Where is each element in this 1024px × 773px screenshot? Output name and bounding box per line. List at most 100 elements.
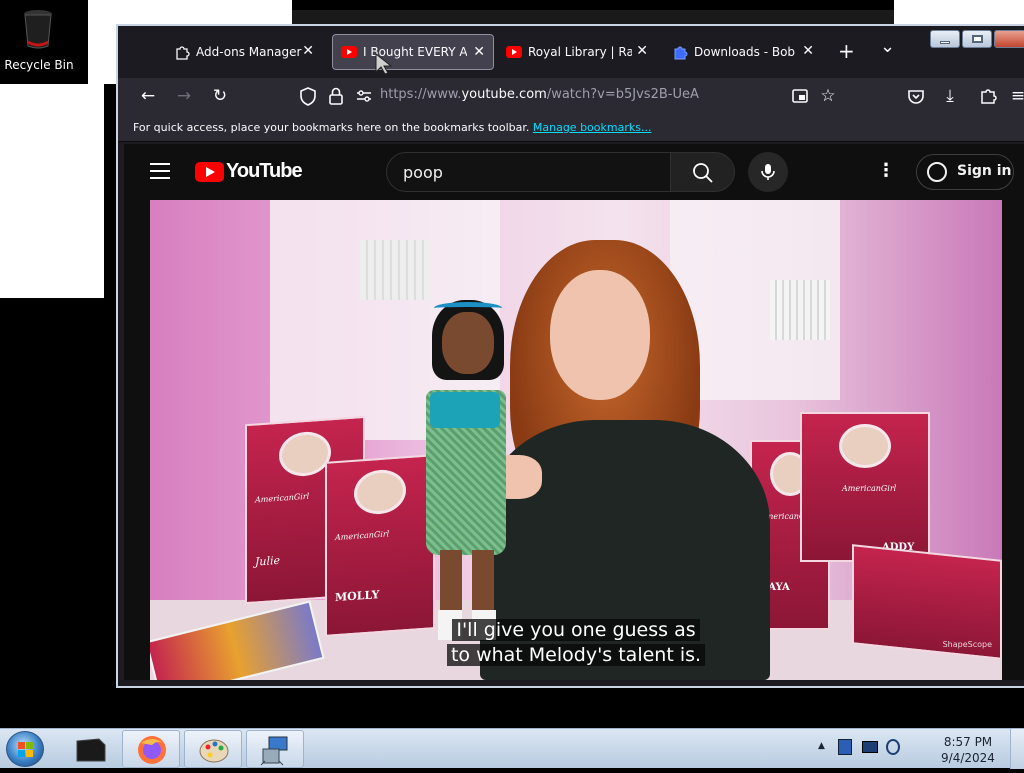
tab-youtube-american-girl[interactable]: I Bought EVERY American Girl ✕ [332, 34, 494, 70]
doll-box: AmericanGirl ADDY [800, 412, 930, 562]
tab-list-button[interactable]: ⌄ [880, 36, 895, 57]
search-input[interactable]: poop [386, 152, 671, 192]
page-content: YouTube poop ⋮ Sign in AmericanGirl Juli… [124, 144, 1024, 680]
address-bar[interactable]: https://www.youtube.com/watch?v=b5Jvs2B-… [380, 87, 699, 102]
windows-logo-icon [18, 742, 33, 757]
puzzle-icon [176, 46, 190, 60]
youtube-icon [506, 46, 522, 58]
tab-royal-library[interactable]: Royal Library | Rainbow ✕ [498, 34, 656, 70]
maximize-icon [972, 35, 983, 43]
network-icon[interactable] [862, 741, 878, 753]
recycle-bin[interactable]: Recycle Bin [0, 0, 88, 84]
box-brand: AmericanGirl [842, 484, 897, 493]
paint-palette-icon [199, 739, 229, 763]
shelf-books [770, 280, 830, 340]
close-icon[interactable]: ✕ [473, 44, 485, 60]
computer-network-icon [260, 736, 288, 766]
doll-box: AmericanGirl MOLLY [325, 454, 435, 637]
box-doll-name: MOLLY [335, 588, 380, 605]
background-window-edge [88, 0, 116, 84]
volume-icon[interactable] [886, 739, 900, 755]
sign-in-button[interactable]: Sign in [916, 154, 1014, 190]
minimize-icon [940, 41, 950, 44]
tab-label: Downloads - Bob Pease [694, 45, 798, 59]
doll-portrait [839, 424, 891, 468]
taskbar-app-paint[interactable] [184, 730, 242, 768]
background-window-edge [116, 0, 292, 24]
window-controls [928, 30, 1024, 48]
close-icon[interactable]: ✕ [302, 43, 314, 59]
maximize-button[interactable] [962, 30, 992, 48]
recycle-bin-icon [24, 10, 52, 49]
box-brand: AmericanGirl [255, 491, 310, 505]
firefox-window: Add-ons Manager ✕ I Bought EVERY America… [116, 24, 1024, 688]
tab-label: Royal Library | Rainbow [528, 45, 632, 59]
bookmarks-toolbar: For quick access, place your bookmarks h… [118, 114, 1024, 142]
doll-face [442, 312, 494, 374]
account-icon [927, 162, 947, 182]
video-captions: I'll give you one guess as to what Melod… [150, 618, 1002, 668]
firefox-icon [138, 736, 166, 764]
downloads-icon[interactable]: ⤓ [938, 84, 962, 108]
caption-line: I'll give you one guess as [452, 619, 700, 641]
youtube-logo-text: YouTube [226, 160, 303, 182]
close-icon[interactable]: ✕ [802, 43, 814, 59]
manage-bookmarks-link[interactable]: Manage bookmarks... [533, 121, 652, 134]
woman-face [550, 270, 650, 400]
video-player[interactable]: AmericanGirl Julie AmericanGirl MOLLY Am… [150, 200, 1002, 680]
puzzle-icon [674, 46, 688, 60]
bookmarks-hint: For quick access, place your bookmarks h… [133, 121, 530, 134]
navigation-toolbar: ← → ↻ https://www.youtube.com/watch?v=b5… [118, 78, 1024, 114]
taskbar-app-firefox[interactable] [122, 730, 180, 768]
youtube-icon [341, 46, 357, 58]
start-button[interactable] [6, 731, 44, 767]
minimize-button[interactable] [930, 30, 960, 48]
doll-collar [430, 392, 500, 428]
background-window-edge [894, 0, 1024, 24]
forward-icon[interactable]: → [172, 84, 196, 108]
youtube-logo[interactable]: YouTube [195, 160, 303, 183]
background-window-edge [0, 84, 104, 298]
new-tab-button[interactable]: + [838, 39, 855, 63]
action-center-icon[interactable] [838, 739, 852, 755]
doll-portrait [279, 430, 331, 478]
doll-portrait [354, 468, 406, 516]
youtube-header: YouTube poop ⋮ Sign in [124, 144, 1024, 200]
sign-in-label: Sign in [957, 163, 1012, 179]
shield-icon[interactable] [296, 84, 320, 108]
show-desktop-button[interactable] [1010, 729, 1024, 769]
back-icon[interactable]: ← [136, 84, 160, 108]
reload-icon[interactable]: ↻ [208, 84, 232, 108]
box-brand: AmericanGirl [335, 529, 390, 543]
bookmark-star-icon[interactable]: ☆ [816, 84, 840, 108]
clock[interactable]: 8:57 PM 9/4/2024 [940, 734, 996, 766]
youtube-play-icon [195, 161, 224, 182]
taskbar: ▲ 8:57 PM 9/4/2024 [0, 728, 1024, 769]
mouse-cursor-icon [375, 52, 393, 75]
tab-downloads[interactable]: Downloads - Bob Pease ✕ [664, 34, 822, 70]
close-window-button[interactable] [994, 30, 1024, 48]
close-icon[interactable]: ✕ [636, 43, 648, 59]
menu-icon[interactable]: ≡ [1006, 84, 1024, 108]
channel-watermark[interactable]: ShapeScope [943, 640, 992, 649]
taskbar-app-network-setup[interactable] [246, 730, 304, 768]
lock-icon[interactable] [324, 84, 348, 108]
tab-add-ons-manager[interactable]: Add-ons Manager ✕ [166, 34, 322, 70]
search-button[interactable] [671, 152, 735, 192]
guide-menu-icon[interactable] [150, 163, 170, 179]
voice-search-button[interactable] [748, 152, 788, 192]
picture-in-picture-icon[interactable] [788, 84, 812, 108]
clock-time: 8:57 PM [943, 735, 993, 749]
tab-label: Add-ons Manager [196, 45, 302, 59]
box-doll-name: Julie [255, 553, 281, 569]
more-options-icon[interactable]: ⋮ [876, 162, 896, 182]
pocket-icon[interactable] [904, 84, 928, 108]
tray-expand-icon[interactable]: ▲ [818, 741, 825, 751]
search-icon [693, 163, 713, 183]
caption-line: to what Melody's talent is. [446, 644, 706, 666]
recycle-bin-label: Recycle Bin [4, 58, 74, 72]
microphone-icon [761, 164, 775, 180]
taskbar-app-terminal[interactable] [60, 730, 118, 768]
extensions-icon[interactable] [976, 84, 1000, 108]
permissions-icon[interactable] [352, 84, 376, 108]
